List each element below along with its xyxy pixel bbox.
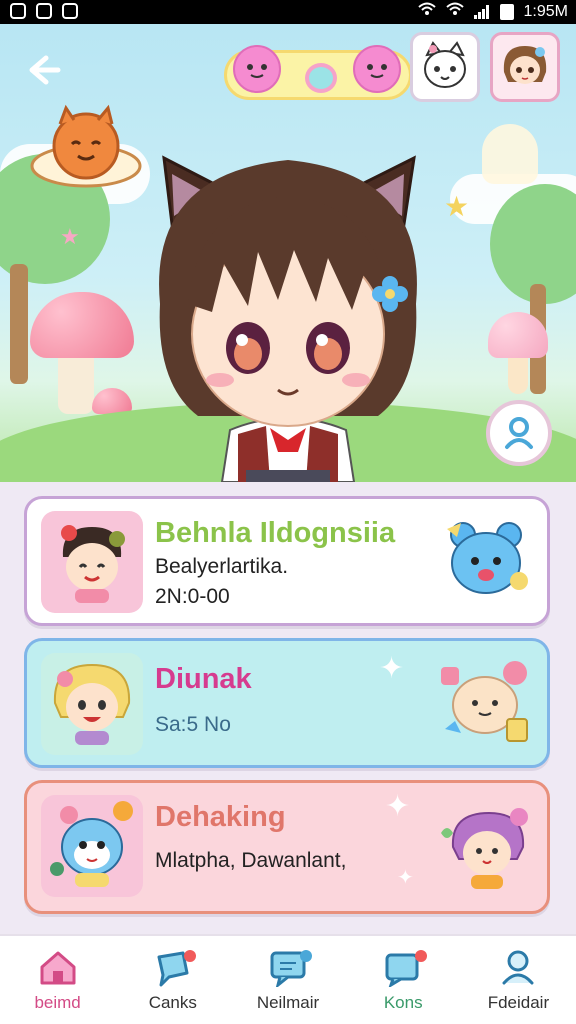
nav-item-notifications[interactable]: Kons xyxy=(346,936,461,1024)
back-arrow-icon xyxy=(29,55,61,85)
nav-item-home[interactable]: beimd xyxy=(0,936,115,1024)
tree-trunk xyxy=(10,264,28,384)
hero-scene: ★ ★ xyxy=(0,24,576,482)
battery-icon xyxy=(499,3,514,20)
activity-card[interactable]: Diunak Sa:5 No ✦ xyxy=(24,638,550,768)
card-title: Dehaking xyxy=(155,801,286,833)
sparkle-icon: ✦ xyxy=(397,867,414,889)
activity-card[interactable]: Behnla Ildognsiia Bealyerlartika. 2N:0-0… xyxy=(24,496,550,626)
nav-label: Kons xyxy=(383,993,423,1012)
mushroom-cap xyxy=(30,292,134,358)
badge-dot xyxy=(299,950,312,962)
home-icon xyxy=(40,951,76,985)
mood-bar[interactable] xyxy=(224,45,412,100)
blue-pet-icon xyxy=(50,801,133,887)
cat-face-icon xyxy=(424,41,466,88)
card-subtitle: Bealyerlartika. xyxy=(155,555,289,578)
signal-icon xyxy=(473,4,490,19)
bottom-nav: beimd Canks Neilmair Kons Fdeidair xyxy=(0,934,576,1024)
wifi-icon xyxy=(417,2,436,21)
girl-avatar-icon xyxy=(503,46,547,84)
wifi-icon xyxy=(445,2,464,21)
person-icon xyxy=(505,417,533,449)
card-thumbnail xyxy=(41,795,143,897)
blue-bear-icon xyxy=(447,522,528,594)
card-subtitle: Sa:5 No xyxy=(155,713,231,736)
character-avatar xyxy=(159,155,417,482)
purple-girl-icon xyxy=(441,808,528,889)
profile-icon xyxy=(502,950,534,985)
card-title: Diunak xyxy=(155,663,252,695)
ghost-creature xyxy=(482,124,538,184)
sparkle-icon: ✦ xyxy=(385,790,411,823)
notification-icon xyxy=(10,3,26,19)
card-subtitle: Mlatpha, Dawanlant, xyxy=(155,849,347,872)
cat-profile-button[interactable] xyxy=(410,32,480,102)
notification-icon xyxy=(36,3,52,19)
card-title: Behnla Ildognsiia xyxy=(155,517,396,549)
nav-item-chat[interactable]: Canks xyxy=(115,936,230,1024)
status-time: 1:95M xyxy=(523,2,568,20)
cream-cat-icon xyxy=(441,661,528,742)
star-icon: ★ xyxy=(444,191,470,222)
status-bar: 1:95M xyxy=(0,0,576,24)
star-icon: ★ xyxy=(60,224,80,249)
boy-character-icon xyxy=(61,525,125,603)
nav-label: Canks xyxy=(148,993,197,1012)
card-thumbnail xyxy=(41,653,143,755)
planet-creature-icon xyxy=(30,104,142,188)
nav-item-messages[interactable]: Neilmair xyxy=(230,936,345,1024)
notification-icon xyxy=(62,3,78,19)
pacifier-icon xyxy=(305,63,337,93)
card-list: Behnla Ildognsiia Bealyerlartika. 2N:0-0… xyxy=(0,482,576,934)
activity-card[interactable]: Dehaking Mlatpha, Dawanlant, ✦ ✦ xyxy=(24,780,550,914)
pink-creature-icon xyxy=(233,45,281,93)
card-thumbnail xyxy=(41,511,143,613)
back-button[interactable] xyxy=(18,46,66,94)
nav-label: Neilmair xyxy=(256,993,320,1012)
user-profile-button[interactable] xyxy=(490,32,560,102)
search-button[interactable] xyxy=(486,400,552,466)
pink-creature-icon xyxy=(353,45,401,93)
nav-item-profile[interactable]: Fdeidair xyxy=(461,936,576,1024)
blonde-character-icon xyxy=(53,663,131,745)
nav-label: Fdeidair xyxy=(487,993,550,1012)
badge-dot xyxy=(414,950,427,962)
nav-label: beimd xyxy=(34,993,81,1012)
sparkle-icon: ✦ xyxy=(379,652,405,685)
card-value: 2N:0-00 xyxy=(155,585,230,608)
badge-dot xyxy=(184,950,197,962)
